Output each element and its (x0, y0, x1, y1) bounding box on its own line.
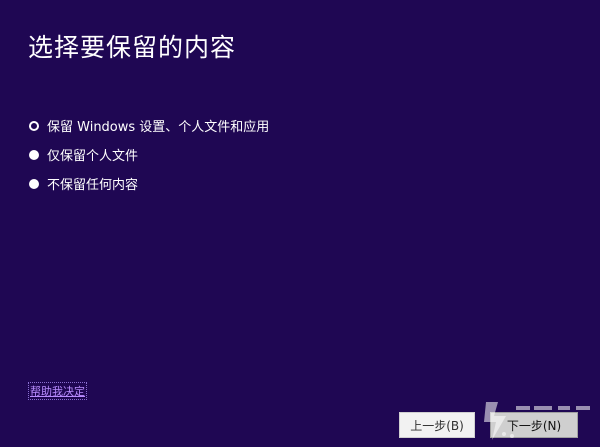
page-title: 选择要保留的内容 (28, 33, 237, 62)
footer-bar: 上一步(B) 下一步(N) (0, 409, 600, 447)
option-label: 仅保留个人文件 (47, 149, 139, 164)
radio-unselected-icon[interactable] (29, 178, 39, 189)
option-keep-nothing[interactable]: 不保留任何内容 (29, 169, 269, 198)
option-keep-all[interactable]: 保留 Windows 设置、个人文件和应用 (29, 111, 269, 140)
option-label: 保留 Windows 设置、个人文件和应用 (47, 120, 270, 135)
keep-options-group: 保留 Windows 设置、个人文件和应用 仅保留个人文件 不保留任何内容 (29, 111, 269, 198)
next-button[interactable]: 下一步(N) (490, 412, 578, 438)
option-label: 不保留任何内容 (47, 178, 139, 193)
option-keep-files-only[interactable]: 仅保留个人文件 (29, 140, 269, 169)
radio-selected-icon[interactable] (29, 120, 39, 131)
back-button[interactable]: 上一步(B) (399, 412, 475, 438)
radio-unselected-icon[interactable] (29, 149, 39, 160)
help-me-decide-link[interactable]: 帮助我决定 (28, 382, 87, 400)
